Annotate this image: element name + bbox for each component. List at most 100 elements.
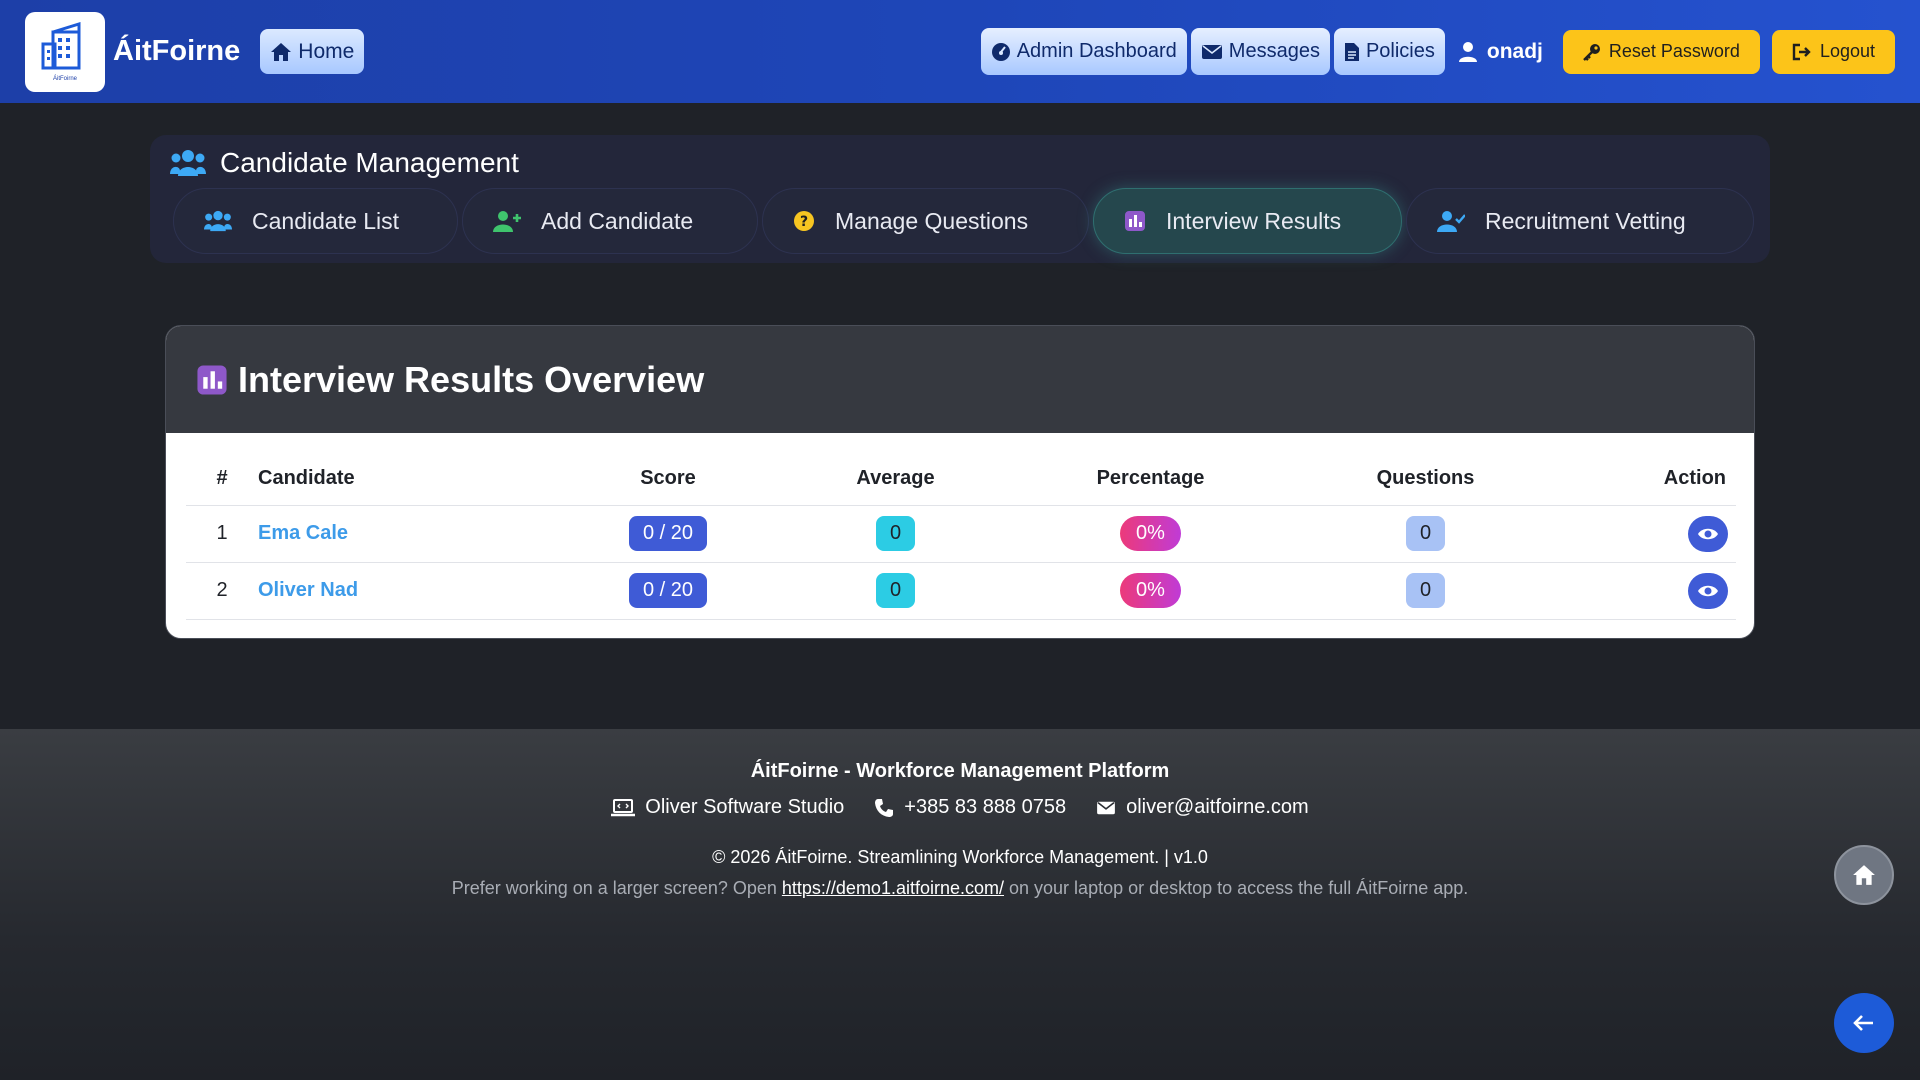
view-result-button[interactable]: [1688, 572, 1728, 609]
candidate-link[interactable]: Oliver Nad: [258, 579, 358, 601]
results-table: # Candidate Score Average Percentage Que…: [186, 453, 1736, 620]
col-header-index: #: [186, 453, 258, 506]
users-icon: [170, 150, 206, 176]
view-result-button[interactable]: [1688, 515, 1728, 552]
footer-phone-number: +385 83 888 0758: [904, 796, 1067, 818]
tab-manage-questions[interactable]: ? Manage Questions: [762, 188, 1089, 254]
tab-label: Add Candidate: [541, 207, 694, 234]
table-header-row: # Candidate Score Average Percentage Que…: [186, 453, 1736, 506]
brand-name[interactable]: ÁitFoirne: [113, 35, 240, 68]
score-badge: 0 / 20: [628, 516, 708, 551]
messages-label: Messages: [1228, 40, 1320, 62]
envelope-icon: [1097, 801, 1115, 814]
row-index: 1: [186, 505, 258, 563]
footer-email[interactable]: oliver@aitfoirne.com: [1096, 796, 1309, 819]
floating-back-button[interactable]: [1834, 993, 1894, 1053]
footer-title: ÁitFoirne - Workforce Management Platfor…: [750, 760, 1170, 782]
reset-password-button[interactable]: Reset Password: [1562, 29, 1760, 74]
gauge-icon: [991, 42, 1010, 61]
questions-badge: 0: [1405, 573, 1446, 608]
col-header-score: Score: [568, 453, 768, 506]
floating-home-button[interactable]: [1834, 845, 1894, 905]
admin-dashboard-label: Admin Dashboard: [1016, 40, 1177, 62]
tab-recruitment-vetting[interactable]: Recruitment Vetting: [1406, 188, 1754, 254]
row-index: 2: [186, 562, 258, 620]
col-header-candidate: Candidate: [258, 453, 568, 506]
eye-icon: [1698, 585, 1718, 596]
building-icon: [41, 21, 81, 69]
col-header-average: Average: [768, 453, 1023, 506]
user-check-icon: [1437, 211, 1465, 232]
admin-dashboard-button[interactable]: Admin Dashboard: [980, 28, 1187, 75]
average-badge: 0: [875, 516, 916, 551]
logo-caption: ÁitFoirne: [52, 75, 77, 82]
candidate-link[interactable]: Ema Cale: [258, 522, 348, 544]
user-icon: [1458, 41, 1477, 62]
policies-button[interactable]: Policies: [1333, 28, 1445, 75]
interview-results-card: Interview Results Overview # Candidate S…: [165, 325, 1755, 639]
tab-label: Recruitment Vetting: [1485, 207, 1686, 234]
table-row: 2 Oliver Nad 0 / 20 0 0% 0: [186, 562, 1736, 620]
phone-icon: [875, 798, 894, 817]
footer-note-prefix: Prefer working on a larger screen? Open: [451, 878, 777, 898]
panel-title: Candidate Management: [170, 147, 519, 179]
panel-title-text: Candidate Management: [220, 147, 519, 178]
percentage-badge: 0%: [1120, 516, 1181, 551]
username: onadj: [1486, 39, 1543, 63]
key-icon: [1583, 43, 1600, 61]
question-icon: ?: [794, 211, 814, 231]
envelope-icon: [1201, 44, 1222, 59]
questions-badge: 0: [1405, 516, 1446, 551]
footer-copyright: © 2026 ÁitFoirne. Streamlining Workforce…: [712, 847, 1208, 867]
card-title: Interview Results Overview: [238, 358, 705, 400]
score-badge: 0 / 20: [628, 573, 708, 608]
arrow-left-icon: [1853, 1015, 1873, 1031]
home-icon: [271, 42, 292, 61]
chart-icon: [1125, 211, 1145, 231]
user-plus-icon: [493, 211, 521, 232]
app-logo[interactable]: ÁitFoirne: [25, 11, 105, 92]
home-button[interactable]: Home: [260, 29, 365, 74]
user-menu[interactable]: onadj: [1458, 39, 1543, 64]
footer-app-link[interactable]: https://demo1.aitfoirne.com/: [782, 878, 1004, 898]
tab-add-candidate[interactable]: Add Candidate: [462, 188, 758, 254]
footer-note-suffix: on your laptop or desktop to access the …: [1009, 878, 1469, 898]
laptop-code-icon: [611, 798, 636, 816]
footer-phone[interactable]: +385 83 888 0758: [874, 796, 1066, 819]
users-icon: [204, 210, 232, 232]
svg-text:?: ?: [800, 214, 808, 230]
tab-label: Candidate List: [252, 207, 400, 234]
tab-candidate-list[interactable]: Candidate List: [173, 188, 458, 254]
footer-company: Oliver Software Studio: [611, 796, 844, 819]
tab-label: Manage Questions: [835, 207, 1029, 234]
tab-label: Interview Results: [1166, 207, 1342, 234]
messages-button[interactable]: Messages: [1190, 28, 1330, 75]
logout-button[interactable]: Logout: [1771, 29, 1895, 74]
candidate-management-panel: Candidate Management Candidate List Add …: [150, 135, 1770, 263]
card-header: Interview Results Overview: [166, 326, 1754, 433]
footer-contacts: Oliver Software Studio +385 83 888 0758 …: [0, 796, 1920, 819]
footer-company-name: Oliver Software Studio: [645, 796, 845, 818]
home-button-label: Home: [298, 39, 355, 63]
home-icon: [1853, 865, 1875, 885]
footer-note: Prefer working on a larger screen? Open …: [0, 878, 1920, 899]
chart-icon: [197, 364, 227, 395]
col-header-percentage: Percentage: [1023, 453, 1278, 506]
reset-password-label: Reset Password: [1608, 41, 1740, 61]
document-icon: [1344, 42, 1359, 61]
percentage-badge: 0%: [1120, 573, 1181, 608]
results-table-wrap: # Candidate Score Average Percentage Que…: [186, 453, 1736, 620]
top-navbar: ÁitFoirne ÁitFoirne Home Admin Dashboard…: [0, 0, 1920, 103]
eye-icon: [1698, 528, 1718, 539]
logout-label: Logout: [1819, 41, 1875, 61]
policies-label: Policies: [1365, 40, 1435, 62]
average-badge: 0: [875, 573, 916, 608]
page-footer: ÁitFoirne - Workforce Management Platfor…: [0, 729, 1920, 1080]
logout-icon: [1792, 43, 1811, 60]
col-header-questions: Questions: [1278, 453, 1573, 506]
footer-email-address: oliver@aitfoirne.com: [1126, 796, 1309, 818]
candidate-tabs: Candidate List Add Candidate ? Manage Qu…: [173, 188, 1754, 254]
table-row: 1 Ema Cale 0 / 20 0 0% 0: [186, 505, 1736, 563]
tab-interview-results[interactable]: Interview Results: [1093, 188, 1402, 254]
col-header-action: Action: [1573, 453, 1736, 506]
